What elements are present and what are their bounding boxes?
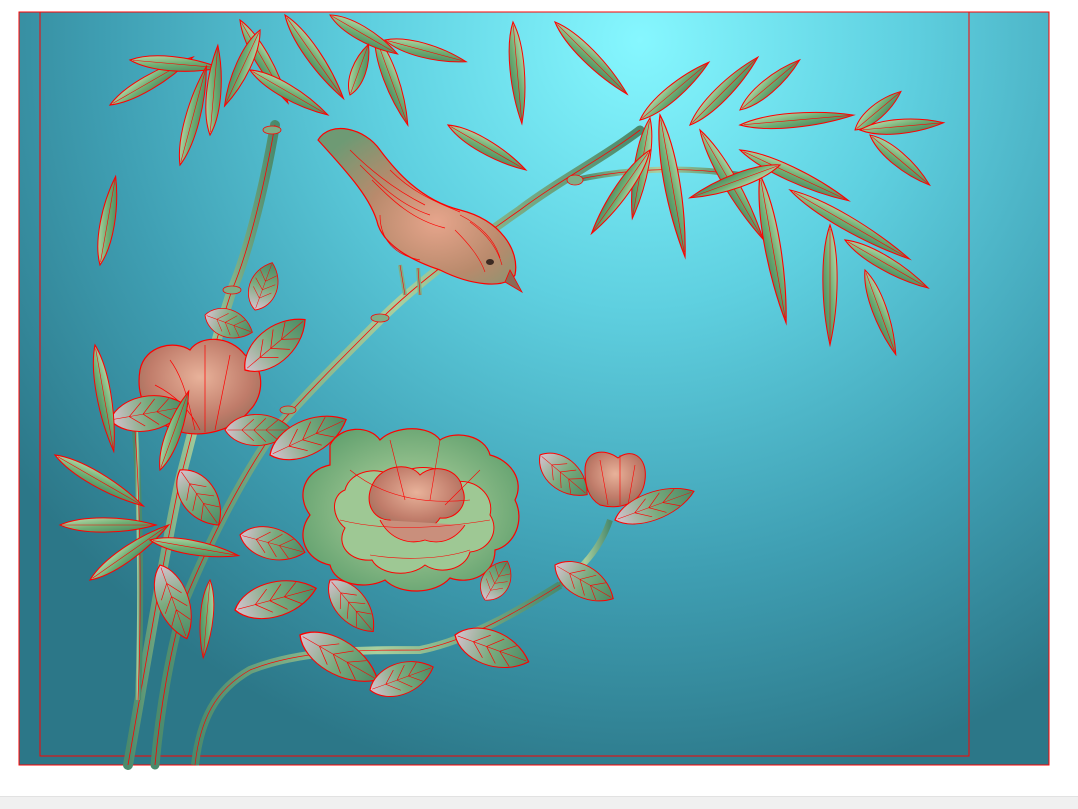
status-strip [0, 796, 1078, 809]
relief-viewport [0, 0, 1078, 796]
relief-canvas [18, 8, 1050, 770]
